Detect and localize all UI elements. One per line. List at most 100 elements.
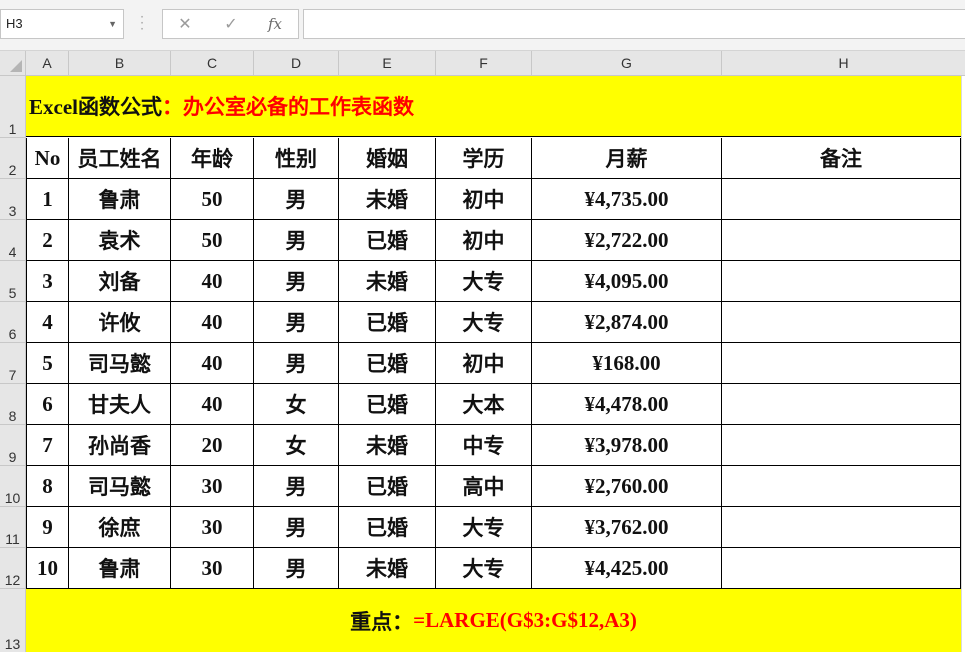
column-header-g[interactable]: G	[532, 51, 722, 76]
column-header-d[interactable]: D	[254, 51, 339, 76]
cell-gender[interactable]: 男	[254, 466, 339, 507]
header-age[interactable]: 年龄	[171, 138, 254, 179]
cell-remark[interactable]	[722, 507, 961, 548]
chevron-down-icon[interactable]: ▼	[108, 10, 117, 38]
header-name[interactable]: 员工姓名	[69, 138, 171, 179]
cell-no[interactable]: 9	[26, 507, 69, 548]
cell-remark[interactable]	[722, 548, 961, 589]
cell-salary[interactable]: ¥4,095.00	[532, 261, 722, 302]
cell-name[interactable]: 司马懿	[69, 466, 171, 507]
cell-remark[interactable]	[722, 425, 961, 466]
column-header-h[interactable]: H	[722, 51, 965, 76]
cell-gender[interactable]: 男	[254, 261, 339, 302]
header-marital[interactable]: 婚姻	[339, 138, 436, 179]
cell-remark[interactable]	[722, 466, 961, 507]
cell-name[interactable]: 鲁肃	[69, 179, 171, 220]
cell-no[interactable]: 1	[26, 179, 69, 220]
cell-no[interactable]: 10	[26, 548, 69, 589]
cell-name[interactable]: 许攸	[69, 302, 171, 343]
row-header-2[interactable]: 2	[0, 138, 26, 179]
cell-marital[interactable]: 已婚	[339, 384, 436, 425]
cell-no[interactable]: 5	[26, 343, 69, 384]
cell-salary[interactable]: ¥3,978.00	[532, 425, 722, 466]
column-header-f[interactable]: F	[436, 51, 532, 76]
cell-education[interactable]: 初中	[436, 220, 532, 261]
header-gender[interactable]: 性别	[254, 138, 339, 179]
title-cell[interactable]: Excel函数公式 ：办公室必备的工作表函数	[26, 76, 961, 137]
cell-gender[interactable]: 男	[254, 220, 339, 261]
cell-gender[interactable]: 男	[254, 302, 339, 343]
cell-marital[interactable]: 已婚	[339, 343, 436, 384]
cell-name[interactable]: 甘夫人	[69, 384, 171, 425]
row-header-8[interactable]: 8	[0, 384, 26, 425]
cell-education[interactable]: 大专	[436, 507, 532, 548]
header-education[interactable]: 学历	[436, 138, 532, 179]
cell-no[interactable]: 8	[26, 466, 69, 507]
cell-gender[interactable]: 男	[254, 179, 339, 220]
cell-marital[interactable]: 未婚	[339, 425, 436, 466]
cell-age[interactable]: 40	[171, 261, 254, 302]
cell-remark[interactable]	[722, 343, 961, 384]
cell-age[interactable]: 30	[171, 507, 254, 548]
cell-education[interactable]: 大本	[436, 384, 532, 425]
row-header-3[interactable]: 3	[0, 179, 26, 220]
column-header-c[interactable]: C	[171, 51, 254, 76]
formula-input[interactable]	[303, 9, 965, 39]
cell-age[interactable]: 40	[171, 384, 254, 425]
cell-age[interactable]: 20	[171, 425, 254, 466]
cell-age[interactable]: 30	[171, 548, 254, 589]
row-header-12[interactable]: 12	[0, 548, 26, 589]
cell-salary[interactable]: ¥2,722.00	[532, 220, 722, 261]
insert-function-icon[interactable]: fx	[260, 10, 290, 38]
cell-education[interactable]: 中专	[436, 425, 532, 466]
cell-gender[interactable]: 男	[254, 343, 339, 384]
cell-marital[interactable]: 已婚	[339, 466, 436, 507]
column-header-e[interactable]: E	[339, 51, 436, 76]
cell-age[interactable]: 40	[171, 343, 254, 384]
cell-gender[interactable]: 男	[254, 507, 339, 548]
cell-no[interactable]: 6	[26, 384, 69, 425]
cell-age[interactable]: 50	[171, 179, 254, 220]
row-header-4[interactable]: 4	[0, 220, 26, 261]
cell-name[interactable]: 司马懿	[69, 343, 171, 384]
row-header-10[interactable]: 10	[0, 466, 26, 507]
cell-no[interactable]: 3	[26, 261, 69, 302]
cell-marital[interactable]: 未婚	[339, 261, 436, 302]
cell-education[interactable]: 初中	[436, 179, 532, 220]
cell-marital[interactable]: 未婚	[339, 179, 436, 220]
cell-marital[interactable]: 已婚	[339, 507, 436, 548]
cell-remark[interactable]	[722, 384, 961, 425]
header-remark[interactable]: 备注	[722, 138, 961, 179]
cell-remark[interactable]	[722, 302, 961, 343]
cell-salary[interactable]: ¥4,478.00	[532, 384, 722, 425]
cell-education[interactable]: 高中	[436, 466, 532, 507]
cancel-icon[interactable]: ✕	[170, 10, 200, 38]
cell-name[interactable]: 孙尚香	[69, 425, 171, 466]
row-header-13[interactable]: 13	[0, 589, 26, 652]
cell-gender[interactable]: 女	[254, 425, 339, 466]
cell-name[interactable]: 徐庶	[69, 507, 171, 548]
cell-marital[interactable]: 已婚	[339, 302, 436, 343]
cell-marital[interactable]: 已婚	[339, 220, 436, 261]
enter-icon[interactable]: ✓	[216, 10, 246, 38]
cell-marital[interactable]: 未婚	[339, 548, 436, 589]
row-header-1[interactable]: 1	[0, 76, 26, 138]
cell-age[interactable]: 50	[171, 220, 254, 261]
cell-education[interactable]: 大专	[436, 548, 532, 589]
cell-remark[interactable]	[722, 220, 961, 261]
cell-salary[interactable]: ¥2,760.00	[532, 466, 722, 507]
cell-gender[interactable]: 女	[254, 384, 339, 425]
row-header-6[interactable]: 6	[0, 302, 26, 343]
cell-salary[interactable]: ¥168.00	[532, 343, 722, 384]
row-header-7[interactable]: 7	[0, 343, 26, 384]
cell-salary[interactable]: ¥2,874.00	[532, 302, 722, 343]
row-header-11[interactable]: 11	[0, 507, 26, 548]
footer-cell[interactable]: 重点： =LARGE(G$3:G$12,A3)	[26, 589, 961, 652]
cell-no[interactable]: 4	[26, 302, 69, 343]
cell-remark[interactable]	[722, 179, 961, 220]
cell-age[interactable]: 40	[171, 302, 254, 343]
cell-salary[interactable]: ¥4,425.00	[532, 548, 722, 589]
cell-education[interactable]: 初中	[436, 343, 532, 384]
cell-salary[interactable]: ¥3,762.00	[532, 507, 722, 548]
cell-education[interactable]: 大专	[436, 261, 532, 302]
